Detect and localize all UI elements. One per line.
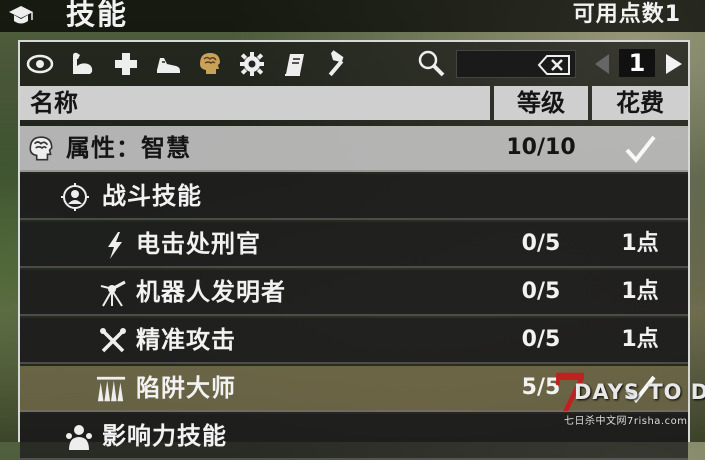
- search-field[interactable]: [456, 50, 576, 79]
- available-points: 可用点数1: [572, 2, 681, 27]
- skill-cost: 1点: [621, 231, 659, 256]
- spike-trap-icon: [96, 376, 126, 402]
- window-header: 技能 可用点数1: [0, 0, 705, 32]
- bicep-icon[interactable]: [68, 50, 96, 78]
- skill-name: 属性：智慧: [66, 134, 191, 162]
- hammer-icon[interactable]: [322, 50, 350, 78]
- column-cost[interactable]: 花费: [592, 86, 688, 120]
- skill-name: 电击处刑官: [136, 230, 261, 258]
- skill-row-combat-category[interactable]: 战斗技能: [20, 174, 688, 220]
- people-icon: [66, 425, 92, 450]
- graduation-cap-icon: [9, 6, 33, 24]
- running-shoe-icon[interactable]: [154, 50, 182, 78]
- crosshair-person-icon: [61, 183, 89, 211]
- gear-icon[interactable]: [238, 50, 266, 78]
- skill-row-attribute-intellect[interactable]: 属性：智慧 10/10: [20, 126, 688, 172]
- next-page-icon[interactable]: [664, 52, 684, 76]
- skill-name: 精准攻击: [136, 326, 236, 354]
- column-name[interactable]: 名称: [20, 86, 490, 120]
- category-toolbar: 1: [20, 42, 688, 86]
- page-number: 1: [619, 49, 655, 77]
- backspace-icon[interactable]: [537, 54, 571, 76]
- check-icon: [625, 135, 656, 164]
- prev-page-icon[interactable]: [593, 52, 611, 76]
- logo-site: 七日杀中文网7risha.com: [564, 416, 688, 427]
- skill-name: 陷阱大师: [136, 374, 236, 402]
- crossed-tools-icon: [100, 328, 126, 353]
- skill-row-precision-strike[interactable]: 精准攻击 0/5 1点: [20, 318, 688, 364]
- skill-cost: 1点: [621, 327, 659, 352]
- logo-brand: DAYS TO DIE: [574, 380, 705, 404]
- book-icon[interactable]: [280, 50, 308, 78]
- skill-name: 战斗技能: [102, 182, 202, 210]
- column-header: 名称 等级 花费: [20, 86, 688, 122]
- lightning-icon: [108, 232, 122, 259]
- skill-cost: 1点: [621, 279, 659, 304]
- game-logo-watermark: 7 DAYS TO DIE 七日杀中文网7risha.com: [552, 368, 705, 438]
- skill-row-electrocutioner[interactable]: 电击处刑官 0/5 1点: [20, 222, 688, 268]
- robot-turret-icon: [100, 280, 126, 307]
- search-icon[interactable]: [416, 48, 446, 78]
- window-title: 技能: [66, 0, 129, 31]
- search-input[interactable]: [457, 51, 549, 79]
- skill-level: 0/5: [521, 231, 561, 256]
- brain-head-icon: [29, 136, 53, 161]
- plus-icon[interactable]: [112, 50, 140, 78]
- skill-level: 10/10: [506, 135, 576, 160]
- skill-name: 机器人发明者: [136, 278, 286, 306]
- column-level[interactable]: 等级: [494, 86, 588, 120]
- skill-level: 0/5: [521, 279, 561, 304]
- skill-level: 0/5: [521, 327, 561, 352]
- eye-icon[interactable]: [26, 50, 54, 78]
- brain-head-icon[interactable]: [196, 50, 224, 78]
- skill-name: 影响力技能: [102, 422, 227, 450]
- skill-row-robotics-inventor[interactable]: 机器人发明者 0/5 1点: [20, 270, 688, 316]
